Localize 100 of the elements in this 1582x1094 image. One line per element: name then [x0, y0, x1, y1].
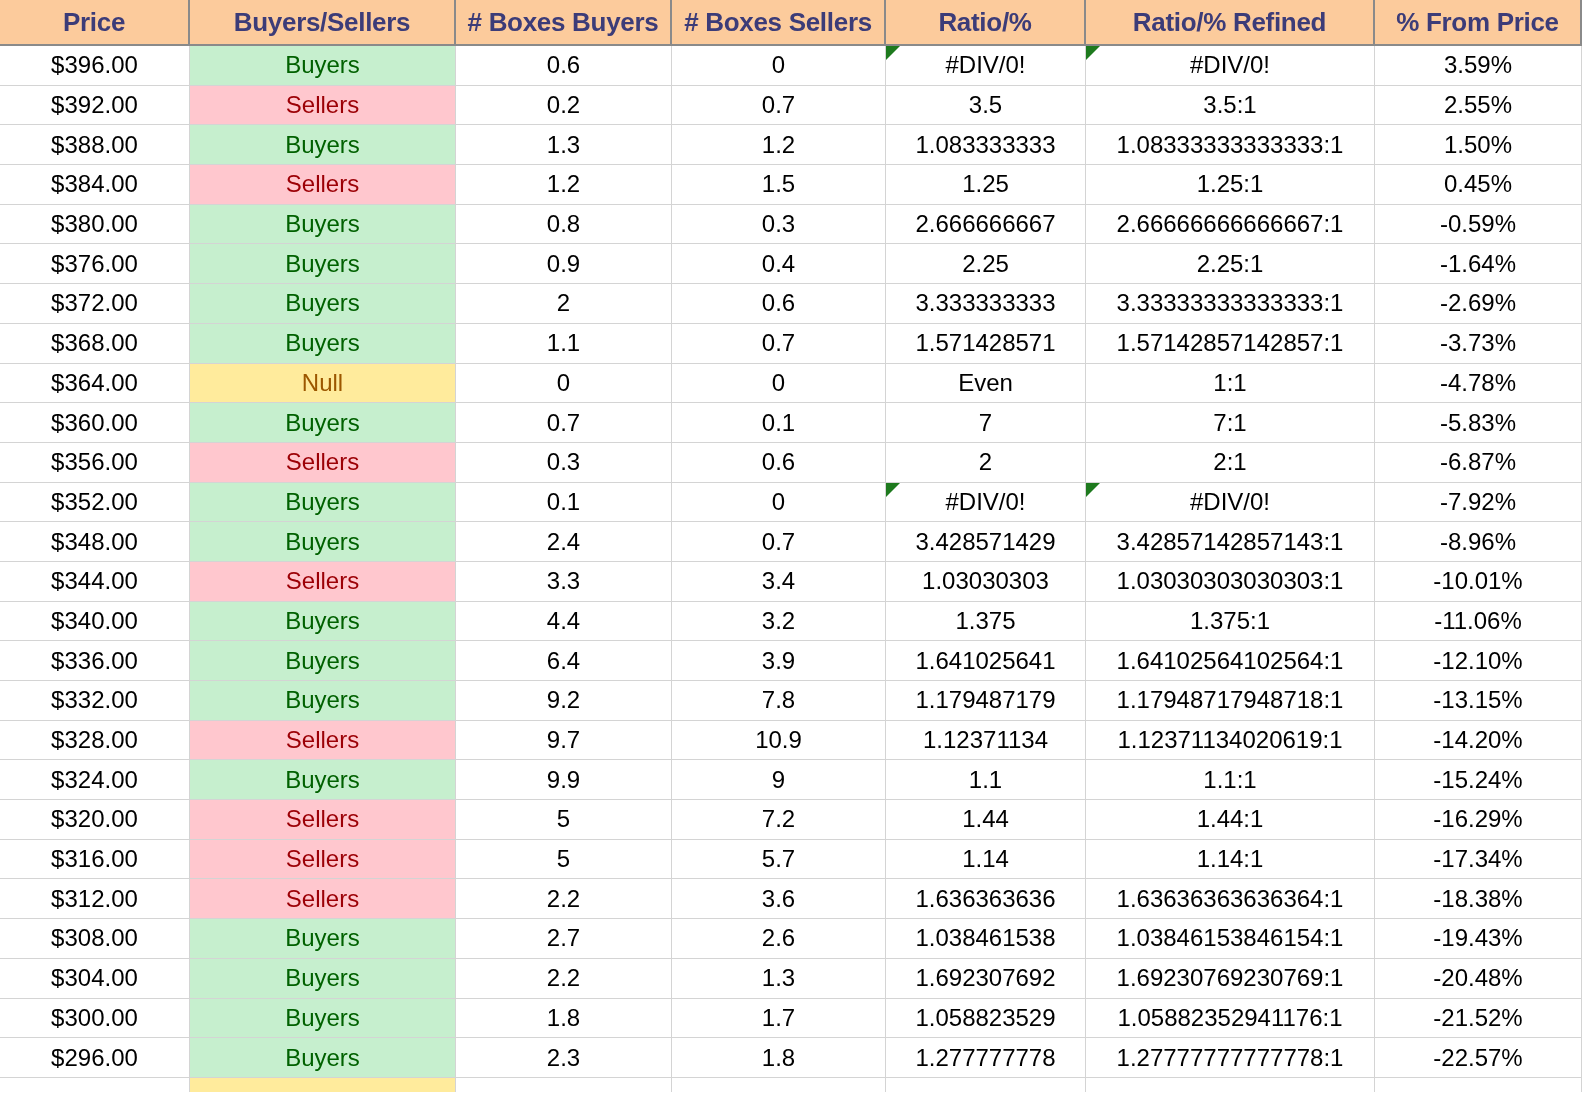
column-header: # Boxes Buyers [456, 0, 672, 46]
table-cell: 1.50% [1375, 125, 1582, 166]
table-cell: 1.636363636 [886, 879, 1086, 920]
table-cell: 1.7 [672, 998, 886, 1039]
table-cell: Sellers [190, 720, 456, 761]
table-cell: 1.2 [456, 165, 672, 205]
table-cell: 9.7 [456, 720, 672, 761]
table-cell: 1.058823529 [886, 998, 1086, 1039]
table-cell: -11.06% [1375, 601, 1582, 642]
table-cell: Buyers [190, 323, 456, 364]
error-indicator-icon [1086, 482, 1100, 497]
table-cell: 1.038461538 [886, 919, 1086, 959]
table-cell: 0.7 [456, 403, 672, 443]
table-cell: 4.4 [456, 601, 672, 642]
table-cell: 5 [456, 800, 672, 840]
table-cell: 0.4 [672, 244, 886, 285]
table-cell: 0 [456, 363, 672, 404]
table-cell: 3.2 [672, 601, 886, 642]
table-cell: 1.692307692 [886, 958, 1086, 999]
table-cell: 1.12371134 [886, 720, 1086, 761]
table-cell: 1:1 [1086, 363, 1375, 404]
table-cell: -2.69% [1375, 284, 1582, 324]
error-indicator-icon [886, 482, 900, 497]
table-cell: 1.3 [672, 958, 886, 999]
table-cell: 1.179487179 [886, 681, 1086, 721]
table-cell: #DIV/0! [886, 482, 1086, 523]
column-header: Ratio/% Refined [1086, 0, 1375, 46]
table-cell: 5 [456, 839, 672, 880]
table-cell: 1.2 [672, 125, 886, 166]
table-cell: 1.27777777777778:1 [1086, 1038, 1375, 1078]
table-cell: 1.05882352941176:1 [1086, 998, 1375, 1039]
table-cell: 1.03846153846154:1 [1086, 919, 1375, 959]
table-cell: 0.9 [456, 244, 672, 285]
table-cell: Buyers [190, 1038, 456, 1078]
table-cell: Buyers [190, 46, 456, 86]
table-cell: -21.52% [1375, 998, 1582, 1039]
table-cell: 2.25:1 [1086, 244, 1375, 285]
table-cell: -13.15% [1375, 681, 1582, 721]
table-cell: -8.96% [1375, 522, 1582, 562]
table-cell: 7:1 [1086, 403, 1375, 443]
table-cell: 7.8 [672, 681, 886, 721]
table-cell: 10.9 [672, 720, 886, 761]
table-cell: 9.9 [456, 760, 672, 801]
table-cell: 2.666666667 [886, 204, 1086, 245]
table-cell: #DIV/0! [1086, 46, 1375, 86]
table-cell: Sellers [190, 839, 456, 880]
table-cell: -14.20% [1375, 720, 1582, 761]
table-cell: 3.333333333 [886, 284, 1086, 324]
table-cell: 3.59% [1375, 46, 1582, 86]
table-cell: 2.6 [672, 919, 886, 959]
table-cell: 0.1 [672, 403, 886, 443]
table-cell: -5.83% [1375, 403, 1582, 443]
table-cell: 1.277777778 [886, 1038, 1086, 1078]
table-cell: -19.43% [1375, 919, 1582, 959]
table-cell: Buyers [190, 125, 456, 166]
table-cell: Sellers [190, 165, 456, 205]
table-cell: Sellers [190, 800, 456, 840]
table-cell: 1.63636363636364:1 [1086, 879, 1375, 920]
table-cell: 3.4 [672, 561, 886, 602]
table-cell: -10.01% [1375, 561, 1582, 602]
table-cell: 1.03030303030303:1 [1086, 561, 1375, 602]
table-cell: 3.33333333333333:1 [1086, 284, 1375, 324]
table-cell: -1.64% [1375, 244, 1582, 285]
table-cell: Buyers [190, 204, 456, 245]
table-cell: -3.73% [1375, 323, 1582, 364]
table-cell: 1.1 [456, 323, 672, 364]
table-cell: 9.2 [456, 681, 672, 721]
table-cell: Buyers [190, 760, 456, 801]
table-cell: 1.5 [672, 165, 886, 205]
column-header: Buyers/Sellers [190, 0, 456, 46]
table-cell: #DIV/0! [1086, 482, 1375, 523]
table-cell: Buyers [190, 244, 456, 285]
table-cell: -6.87% [1375, 442, 1582, 483]
table-cell: 7.2 [672, 800, 886, 840]
table-cell: 1.57142857142857:1 [1086, 323, 1375, 364]
table-cell: 0.6 [672, 284, 886, 324]
table-cell: -15.24% [1375, 760, 1582, 801]
table-cell: Buyers [190, 641, 456, 681]
table-cell: 0 [672, 363, 886, 404]
table-cell: 3.3 [456, 561, 672, 602]
table-cell: 0.8 [456, 204, 672, 245]
table-cell: 0.7 [672, 522, 886, 562]
table-cell: Sellers [190, 879, 456, 920]
table-cell: 2.55% [1375, 85, 1582, 126]
table-cell: 2.66666666666667:1 [1086, 204, 1375, 245]
table-cell: 0.2 [456, 85, 672, 126]
table-cell: 0 [672, 46, 886, 86]
table-cell: Buyers [190, 919, 456, 959]
table-cell: 1.08333333333333:1 [1086, 125, 1375, 166]
table-cell: 1.17948717948718:1 [1086, 681, 1375, 721]
table-cell: 3.5:1 [1086, 85, 1375, 126]
table-cell: Buyers [190, 958, 456, 999]
table-cell: -20.48% [1375, 958, 1582, 999]
table-cell: Buyers [190, 403, 456, 443]
table-cell: -18.38% [1375, 879, 1582, 920]
table-cell: -12.10% [1375, 641, 1582, 681]
table-cell: #DIV/0! [886, 46, 1086, 86]
table-cell: 1.03030303 [886, 561, 1086, 602]
column-header: Ratio/% [886, 0, 1086, 46]
table-cell: 6.4 [456, 641, 672, 681]
